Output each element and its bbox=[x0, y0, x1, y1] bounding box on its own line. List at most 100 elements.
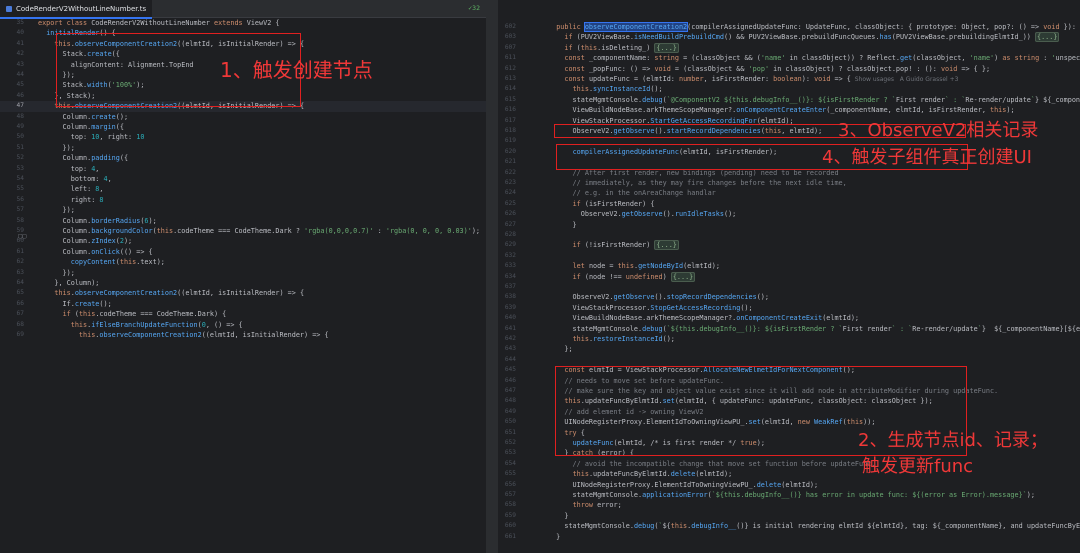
line-number: 616 bbox=[504, 106, 516, 114]
code-line[interactable]: 55 left: 8, bbox=[0, 184, 486, 194]
code-line[interactable]: 62 copyContent(this.text); bbox=[0, 257, 486, 267]
line-number: 54 bbox=[16, 175, 24, 182]
code-text: } bbox=[548, 511, 569, 520]
code-line[interactable]: 629 if (!isFirstRender) {...} bbox=[498, 240, 1080, 251]
code-text: if (PUV2ViewBase.isNeedBuildPrebuildCmd(… bbox=[564, 32, 1060, 43]
code-line[interactable]: 54 bottom: 4, bbox=[0, 174, 486, 184]
code-line[interactable]: 642 this.restoreInstanceId(); bbox=[498, 334, 1080, 344]
code-line[interactable]: 637 bbox=[498, 282, 1080, 292]
code-line[interactable]: 59 Column.backgroundColor(this.codeTheme… bbox=[0, 226, 486, 236]
code-text: this.updateFuncByElmtId.delete(elmtId); bbox=[572, 470, 733, 479]
line-number: 640 bbox=[504, 314, 516, 322]
code-line[interactable]: 659 } bbox=[498, 511, 1080, 521]
file-tab[interactable]: CodeRenderV2WithoutLineNumber.ts bbox=[0, 0, 153, 19]
code-line[interactable]: 56 right: 8 bbox=[0, 195, 486, 205]
line-number: 66 bbox=[16, 299, 24, 307]
code-line[interactable]: 658 throw error; bbox=[498, 500, 1080, 510]
code-line[interactable]: 60 Column.zIndex(2); bbox=[0, 236, 486, 246]
code-line[interactable]: 639 ViewStackProcessor.StopGetAccessReco… bbox=[498, 303, 1080, 313]
code-line[interactable]: 641 stateMgmtConsole.debug(`${this.debug… bbox=[498, 324, 1080, 334]
code-line[interactable]: 68 this.ifElseBranchUpdateFunction(0, ()… bbox=[0, 320, 486, 330]
code-line[interactable]: 638 ObserveV2.getObserve().stopRecordDep… bbox=[498, 292, 1080, 302]
line-number: 643 bbox=[504, 345, 516, 353]
code-line[interactable]: 657 stateMgmtConsole.applicationError(`$… bbox=[498, 490, 1080, 500]
line-number: 615 bbox=[504, 95, 516, 103]
code-text: }); bbox=[38, 206, 75, 215]
code-line[interactable]: 624 // e.g. in the onAreaChange handlar bbox=[498, 188, 1080, 198]
code-text: ViewStackProcessor.StopGetAccessRecordin… bbox=[548, 303, 753, 312]
code-line[interactable]: 53 top: 4, bbox=[0, 164, 486, 174]
line-number: 658 bbox=[504, 501, 516, 509]
code-text: Column.onClick(() => { bbox=[38, 247, 153, 256]
line-number: 617 bbox=[504, 116, 516, 124]
code-line[interactable]: 615 stateMgmtConsole.debug(`@ComponentV2… bbox=[498, 95, 1080, 105]
code-line[interactable]: 52 Column.padding({ bbox=[0, 153, 486, 163]
code-line[interactable]: 612 const _popFunc: () => void = (classO… bbox=[498, 64, 1080, 74]
code-line[interactable]: 35 export class CodeRenderV2WithoutLineNu… bbox=[0, 18, 486, 28]
line-number: 45 bbox=[16, 81, 24, 89]
code-line[interactable]: 625 if (isFirstRender) { bbox=[498, 199, 1080, 209]
code-line[interactable]: 643 }; bbox=[498, 344, 1080, 354]
code-line[interactable]: 614 this.syncInstanceId(); bbox=[498, 84, 1080, 94]
code-line[interactable]: 640 ViewBuildNodeBase.arkThemeScopeManag… bbox=[498, 313, 1080, 323]
code-line[interactable]: 655 this.updateFuncByElmtId.delete(elmtI… bbox=[498, 469, 1080, 479]
code-line[interactable]: 660 stateMgmtConsole.debug(`${this.debug… bbox=[498, 521, 1080, 531]
code-line[interactable]: 63 }); bbox=[0, 268, 486, 278]
annotation-label-1: 1、触发创建节点 bbox=[220, 58, 373, 82]
code-line[interactable]: 58 Column.borderRadius(6); bbox=[0, 216, 486, 226]
line-number: 659 bbox=[504, 511, 516, 519]
color-swatch-icon[interactable]: ▢▢ bbox=[18, 232, 26, 240]
line-number: 613 bbox=[504, 75, 516, 82]
code-text: const _componentName: string = (classObj… bbox=[564, 54, 1080, 63]
code-text: export class CodeRenderV2WithoutLineNumb… bbox=[38, 19, 280, 27]
code-line[interactable]: 65 this.observeComponentCreation2((elmtI… bbox=[0, 288, 486, 298]
code-line[interactable]: 48 Column.create(); bbox=[0, 112, 486, 122]
line-number: 618 bbox=[504, 127, 516, 134]
line-number: 47 bbox=[16, 102, 24, 110]
inlay-hint[interactable]: Show usages A Guido Grassel +3 bbox=[851, 76, 959, 83]
split-divider[interactable] bbox=[486, 0, 498, 553]
code-line[interactable]: 69 this.observeComponentCreation2((elmtI… bbox=[0, 330, 486, 340]
code-text: stateMgmtConsole.applicationError(`${thi… bbox=[548, 491, 1035, 499]
code-line[interactable]: 602 public observeComponentCreation2(com… bbox=[498, 22, 1080, 32]
line-number: 654 bbox=[504, 459, 516, 467]
code-line[interactable]: 644 bbox=[498, 355, 1080, 365]
code-line[interactable]: 67 if (this.codeTheme === CodeTheme.Dark… bbox=[0, 309, 486, 319]
inspection-widget[interactable]: ✓32 bbox=[468, 4, 480, 12]
line-number: 63 bbox=[16, 268, 24, 276]
code-text: right: 8 bbox=[38, 195, 104, 204]
line-number: 650 bbox=[504, 418, 516, 426]
code-line[interactable]: 61 Column.onClick(() => { bbox=[0, 247, 486, 257]
line-number: 55 bbox=[16, 185, 24, 193]
typescript-file-icon bbox=[6, 5, 12, 12]
code-line[interactable]: 633 let node = this.getNodeById(elmtId); bbox=[498, 261, 1080, 271]
code-line[interactable]: 49 Column.margin({ bbox=[0, 122, 486, 132]
code-line[interactable]: 64 }, Column); bbox=[0, 278, 486, 288]
code-line[interactable]: 603 if (PUV2ViewBase.isNeedBuildPrebuild… bbox=[498, 32, 1080, 43]
code-text: this.observeComponentCreation2((elmtId, … bbox=[54, 289, 305, 298]
code-line[interactable]: 57 }); bbox=[0, 205, 486, 215]
code-line[interactable]: 623 // immediately, as they may fire cha… bbox=[498, 178, 1080, 188]
code-text: Column.margin({ bbox=[38, 123, 124, 131]
code-line[interactable]: 50 top: 10, right: 10 bbox=[0, 132, 486, 142]
code-line[interactable]: 628 bbox=[498, 230, 1080, 240]
code-line[interactable]: 654 // avoid the incompatible change tha… bbox=[498, 459, 1080, 469]
code-line[interactable]: 627 } bbox=[498, 220, 1080, 230]
code-line[interactable]: 616 ViewBuildNodeBase.arkThemeScopeManag… bbox=[498, 105, 1080, 115]
code-line[interactable]: 661 } bbox=[498, 532, 1080, 542]
code-line[interactable]: 626 ObserveV2.getObserve().runIdleTasks(… bbox=[498, 209, 1080, 219]
code-line[interactable]: 66 If.create(); bbox=[0, 299, 486, 309]
code-text: // e.g. in the onAreaChange handlar bbox=[548, 189, 716, 198]
line-number: 56 bbox=[16, 195, 24, 203]
line-number: 644 bbox=[504, 355, 516, 363]
code-line[interactable]: 656 UINodeRegisterProxy.ElementIdToOwnin… bbox=[498, 480, 1080, 490]
code-line[interactable]: 611 const _componentName: string = (clas… bbox=[498, 53, 1080, 63]
code-line[interactable]: 613 const updateFunc = (elmtId: number, … bbox=[498, 74, 1080, 84]
line-number: 652 bbox=[504, 439, 516, 446]
code-line[interactable]: 634 if (node !== undefined) {...} bbox=[498, 271, 1080, 282]
code-line[interactable]: 607 if (this.isDeleting_) {...} bbox=[498, 42, 1080, 53]
code-text: if (this.codeTheme === CodeTheme.Dark) { bbox=[62, 310, 227, 319]
code-line[interactable]: 632 bbox=[498, 251, 1080, 261]
code-line[interactable]: 51 }); bbox=[0, 143, 486, 153]
line-number: 51 bbox=[16, 143, 24, 151]
